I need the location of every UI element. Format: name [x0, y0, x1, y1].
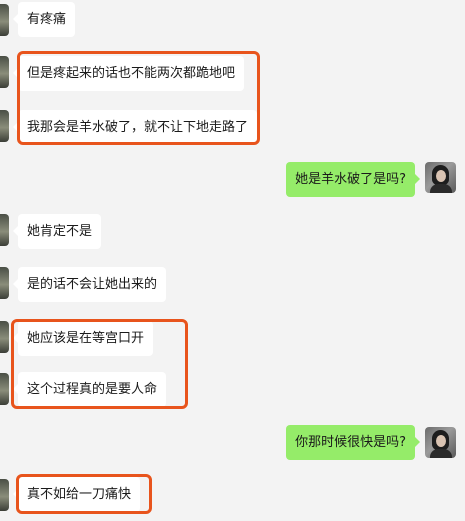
self-avatar[interactable] [425, 427, 456, 458]
message-bubble-incoming[interactable]: 真不如给一刀痛快 [12, 477, 141, 512]
message-bubble-incoming[interactable]: 她肯定不是 [12, 214, 102, 249]
message-bubble-incoming[interactable]: 这个过程真的是要人命 [12, 372, 167, 407]
message-bubble-incoming[interactable]: 她应该是在等宫口开 [12, 321, 154, 356]
contact-avatar[interactable] [0, 214, 9, 246]
contact-avatar[interactable] [0, 110, 9, 142]
message-bubble-incoming[interactable]: 有疼痛 [12, 2, 76, 37]
contact-avatar[interactable] [0, 373, 9, 405]
self-avatar[interactable] [425, 162, 456, 193]
contact-avatar[interactable] [0, 267, 9, 299]
contact-avatar[interactable] [0, 479, 9, 511]
message-bubble-outgoing[interactable]: 你那时候很快是吗? [286, 425, 420, 460]
message-bubble-incoming[interactable]: 我那会是羊水破了，就不让下地走路了 [12, 110, 258, 145]
message-bubble-outgoing[interactable]: 她是羊水破了是吗? [286, 162, 420, 197]
contact-avatar[interactable] [0, 321, 9, 353]
message-bubble-incoming[interactable]: 但是疼起来的话也不能两次都跪地吧 [12, 56, 245, 91]
contact-avatar[interactable] [0, 56, 9, 88]
message-bubble-incoming[interactable]: 是的话不会让她出来的 [12, 267, 167, 302]
chat-message-list: 有疼痛 但是疼起来的话也不能两次都跪地吧 我那会是羊水破了，就不让下地走路了 她… [0, 0, 465, 521]
contact-avatar[interactable] [0, 4, 9, 36]
